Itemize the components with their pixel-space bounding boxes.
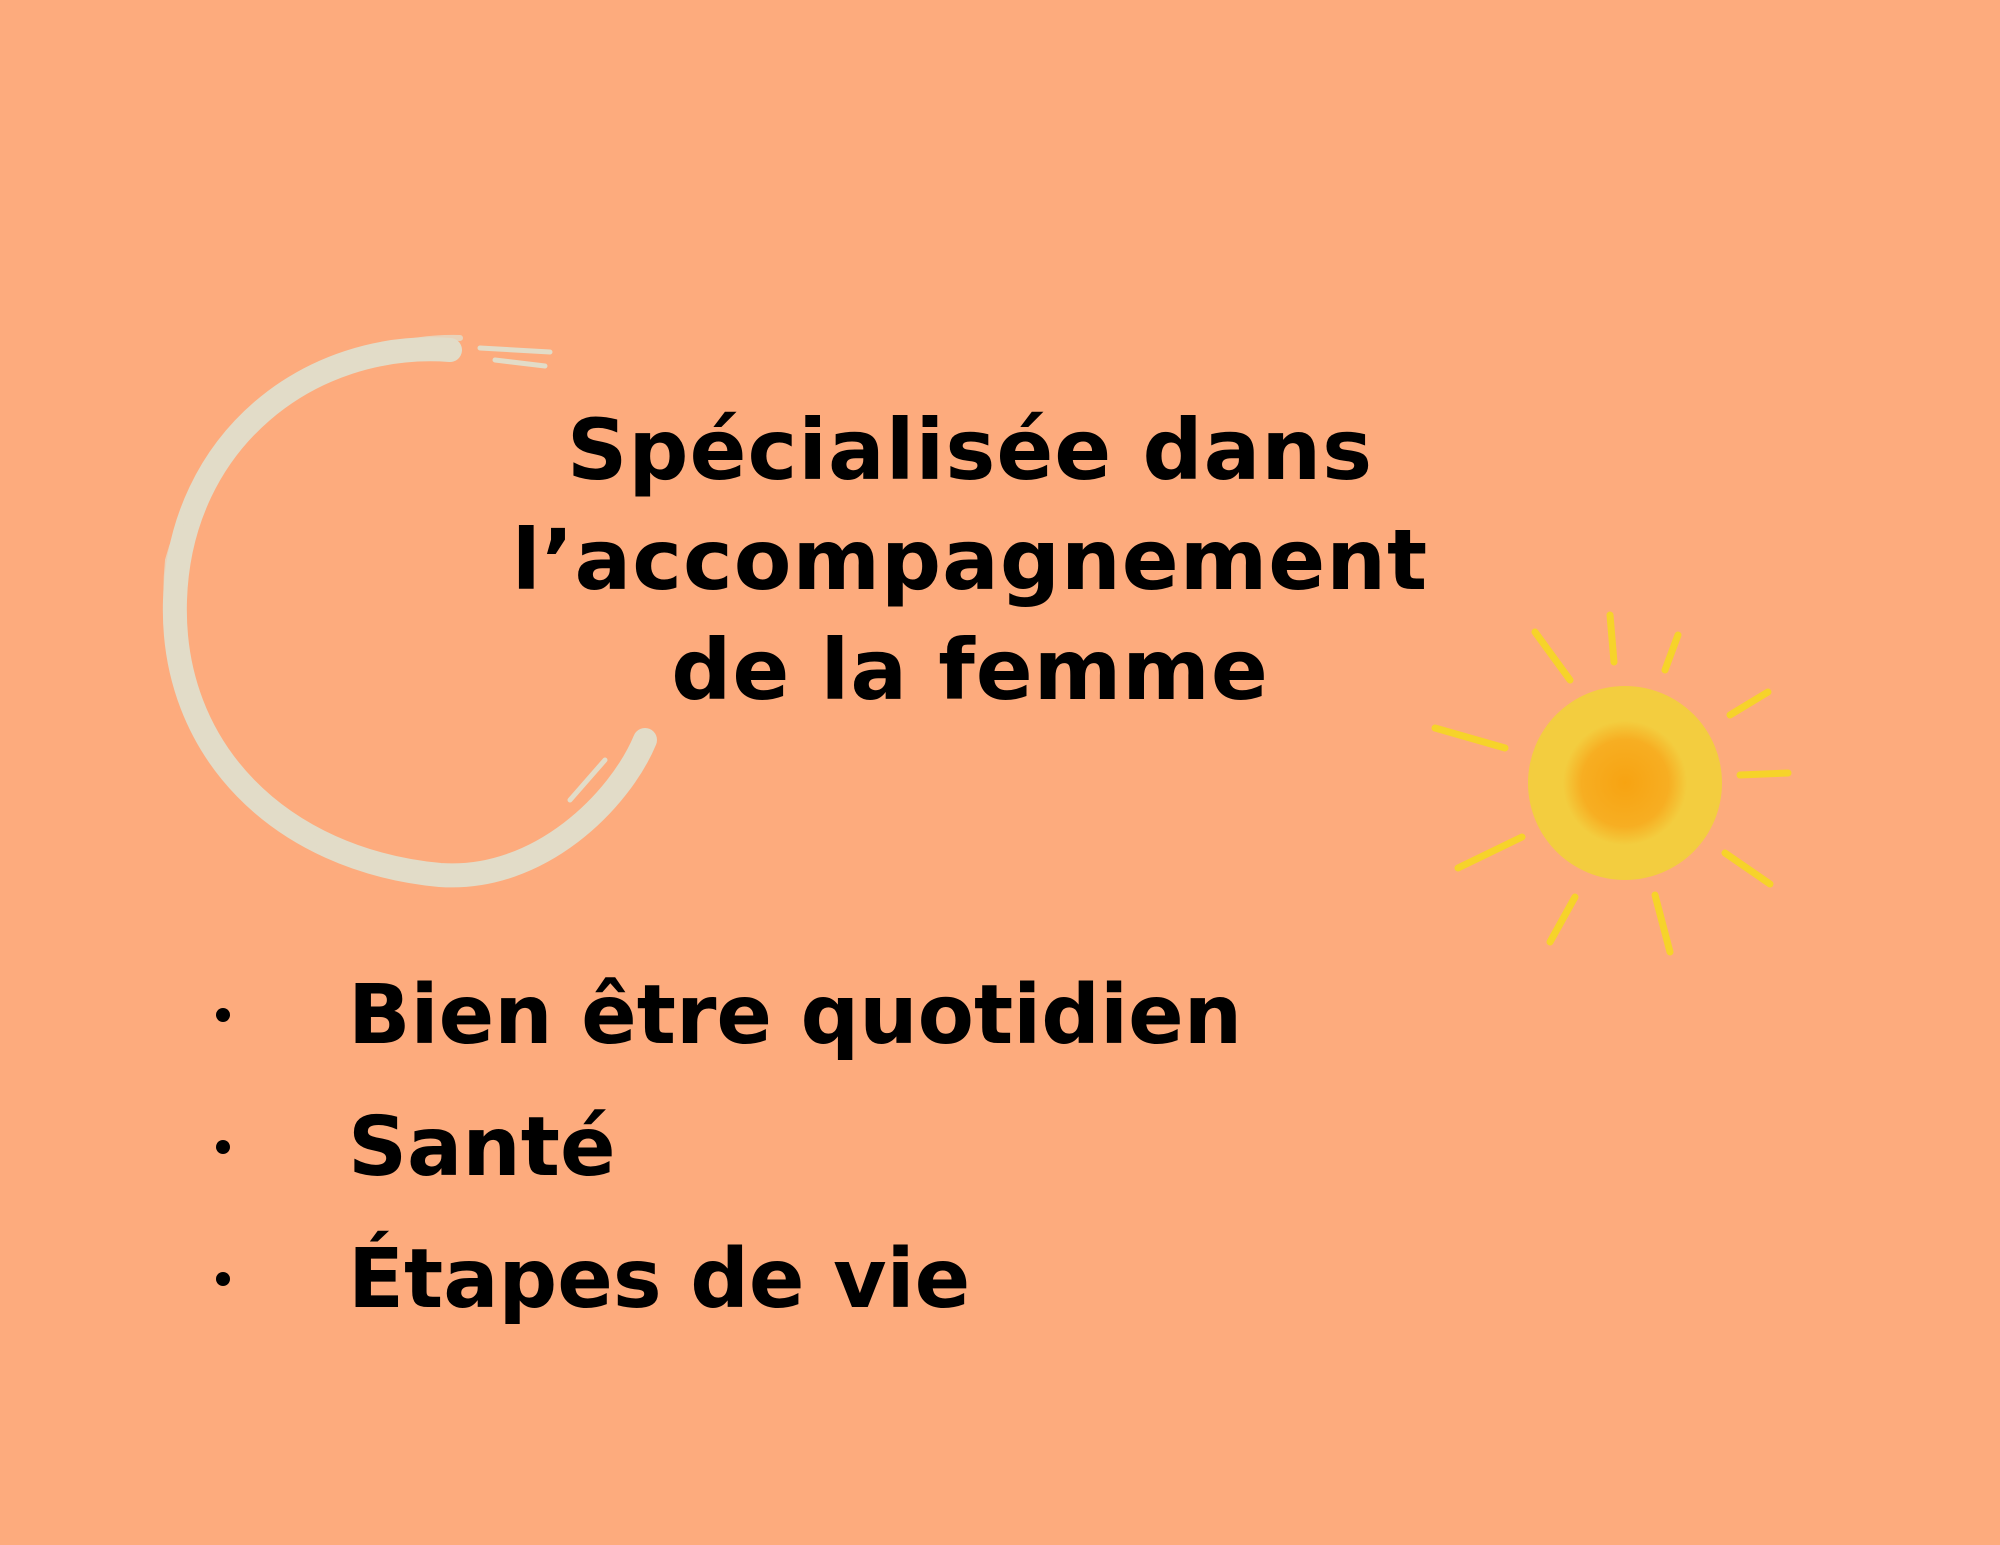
topic-label: Bien être quotidien xyxy=(348,968,1243,1063)
topic-label: Santé xyxy=(348,1100,616,1195)
topic-label: Étapes de vie xyxy=(348,1232,971,1327)
headline-line-1: Spécialisée dans xyxy=(566,401,1374,499)
bullet-icon xyxy=(216,1140,230,1154)
headline-line-2: l’accompagnement xyxy=(511,511,1429,609)
headline: Spécialisée dans l’accompagnement de la … xyxy=(360,395,1580,725)
bullet-icon xyxy=(216,1008,230,1022)
sun-core xyxy=(1563,721,1687,845)
headline-line-3: de la femme xyxy=(671,621,1269,719)
slide: { "headline": { "lines": [ "Spécialisée … xyxy=(0,0,2000,1545)
sun-icon xyxy=(1431,611,1792,956)
bullet-icon xyxy=(216,1272,230,1286)
